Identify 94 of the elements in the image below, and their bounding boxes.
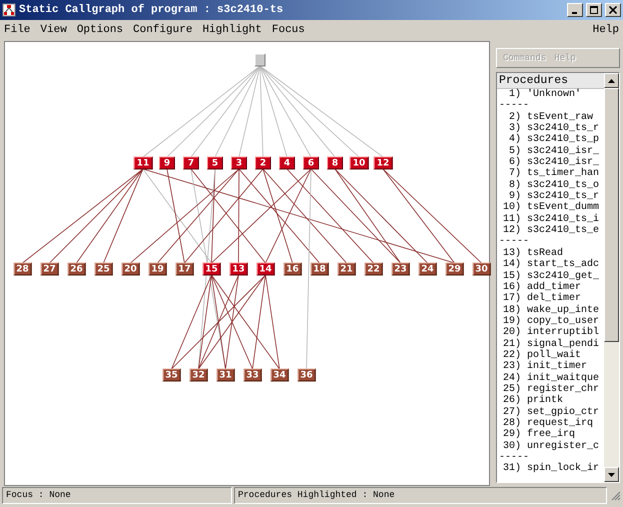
procedure-item[interactable]: 30) unregister_c	[497, 440, 604, 452]
graph-node[interactable]: 27	[40, 262, 59, 276]
window-title: Static Callgraph of program : s3c2410-ts	[19, 4, 284, 16]
procedure-item[interactable]: 3) s3c2410_ts_r	[497, 123, 604, 134]
procedure-item[interactable]: 21) signal_pendi	[497, 338, 604, 350]
graph-node[interactable]: 20	[121, 262, 140, 276]
app-icon	[2, 3, 16, 17]
scroll-thumb[interactable]	[604, 88, 619, 342]
procedure-item[interactable]: 11) s3c2410_ts_i	[497, 214, 604, 226]
help-menu[interactable]: Help	[592, 24, 619, 36]
graph-node[interactable]: 15	[202, 262, 221, 276]
procedure-item[interactable]: 18) wake_up_inte	[497, 304, 604, 316]
procedure-item[interactable]: 7) ts_timer_han	[497, 168, 604, 180]
separator-line: -----	[498, 452, 530, 463]
graph-node[interactable]: 36	[297, 368, 316, 382]
procedure-item[interactable]: 1) 'Unknown'	[497, 89, 604, 100]
graph-node[interactable]: 8	[327, 156, 343, 170]
graph-node[interactable]: 13	[229, 262, 248, 276]
procedure-item[interactable]: 17) del_timer	[497, 293, 604, 305]
graph-node[interactable]: 5	[207, 156, 223, 170]
minimize-button[interactable]	[567, 3, 583, 17]
graph-node[interactable]: 35	[162, 368, 181, 382]
menu-item[interactable]: View	[40, 24, 67, 36]
procedure-item[interactable]: 29) free_irq	[497, 429, 604, 441]
graph-node[interactable]: 33	[243, 368, 262, 382]
graph-node[interactable]: 18	[310, 262, 329, 276]
graph-node[interactable]: 3	[231, 156, 247, 170]
graph-node[interactable]: 6	[303, 156, 319, 170]
procedure-item[interactable]: 12) s3c2410_ts_e	[497, 225, 604, 236]
resize-grip-icon[interactable]	[609, 489, 621, 501]
graph-node[interactable]: 19	[148, 262, 167, 276]
graph-node[interactable]: 14	[256, 262, 275, 276]
graph-node[interactable]: 11	[134, 156, 152, 170]
menu-item[interactable]: Configure	[133, 24, 192, 36]
close-icon	[609, 6, 617, 14]
graph-node[interactable]: 24	[418, 262, 437, 276]
graph-node[interactable]: 12	[374, 156, 392, 170]
graph-node[interactable]: 31	[216, 368, 235, 382]
menu-item[interactable]: Highlight	[202, 24, 262, 36]
procedure-item[interactable]: 5) s3c2410_isr_	[497, 146, 604, 158]
focus-status: Focus : None	[2, 486, 232, 504]
separator-line: -----	[498, 100, 530, 112]
graph-node[interactable]: 9	[159, 156, 175, 170]
menu-item[interactable]: Focus	[272, 24, 305, 36]
procedure-item[interactable]: 4) s3c2410_ts_p	[497, 134, 604, 146]
procedure-item[interactable]: 20) interruptibl	[497, 327, 604, 339]
graph-node[interactable]: 23	[391, 262, 410, 276]
procedure-item[interactable]: 10) tsEvent_dumm	[497, 202, 604, 214]
graph-node[interactable]: 26	[67, 262, 86, 276]
graph-node[interactable]: 32	[189, 368, 208, 382]
down-arrow-icon	[608, 472, 615, 476]
highlight-status: Procedures Highlighted : None	[234, 486, 607, 504]
graph-node[interactable]: 10	[350, 156, 368, 170]
maximize-button[interactable]	[586, 3, 602, 17]
graph-node[interactable]: 17	[175, 262, 194, 276]
procedure-item[interactable]: 2) tsEvent_raw	[497, 112, 604, 124]
up-arrow-icon	[608, 78, 615, 82]
procedure-item[interactable]: 9) s3c2410_ts_r	[497, 191, 604, 202]
separator-line: -----	[498, 236, 530, 248]
procedure-item[interactable]: 19) copy_to_user	[497, 316, 604, 328]
menu-item[interactable]: File	[4, 24, 30, 36]
procedure-item[interactable]: 16) add_timer	[497, 282, 604, 294]
scrollbar[interactable]	[604, 73, 619, 482]
close-button[interactable]	[605, 3, 621, 17]
procedure-item[interactable]: 13) tsRead	[497, 248, 604, 260]
graph-node[interactable]: 4	[279, 156, 295, 170]
procedure-item[interactable]: 28) request_irq	[497, 418, 604, 430]
procedure-item[interactable]: 8) s3c2410_ts_o	[497, 180, 604, 192]
root-node[interactable]	[254, 54, 266, 66]
scroll-down-button[interactable]	[604, 467, 619, 482]
procedure-item[interactable]: 24) init_waitque	[497, 372, 604, 384]
procedure-item[interactable]: 15) s3c2410_get_	[497, 270, 604, 282]
graph-node[interactable]: 29	[445, 262, 464, 276]
menu-item[interactable]: Options	[76, 24, 124, 36]
graph-node[interactable]: 16	[283, 262, 302, 276]
graph-node[interactable]: 2	[255, 156, 271, 170]
graph-node[interactable]: 21	[337, 262, 356, 276]
procedure-item[interactable]: 14) start_ts_adc	[497, 259, 604, 270]
graph-node[interactable]: 7	[183, 156, 199, 170]
scroll-up-button[interactable]	[604, 73, 619, 88]
procedure-item[interactable]: 27) set_gpio_ctr	[497, 406, 604, 418]
procedure-item[interactable]: 26) printk	[497, 395, 604, 407]
procedure-item[interactable]: 6) s3c2410_isr_	[497, 157, 604, 168]
graph-node[interactable]: 34	[270, 368, 289, 382]
list-header: Procedures	[497, 73, 604, 89]
graph-node[interactable]: 25	[94, 262, 113, 276]
procedure-item[interactable]: 23) init_timer	[497, 361, 604, 373]
procedure-item[interactable]: 25) register_chr	[497, 384, 604, 396]
graph-node[interactable]: 22	[364, 262, 383, 276]
graph-node[interactable]: 30	[472, 262, 491, 276]
maximize-icon	[590, 6, 598, 14]
procedure-item[interactable]: 22) poll_wait	[497, 350, 604, 362]
procedure-item[interactable]: 31) spin_lock_ir	[497, 463, 604, 475]
graph-node[interactable]: 28	[13, 262, 32, 276]
